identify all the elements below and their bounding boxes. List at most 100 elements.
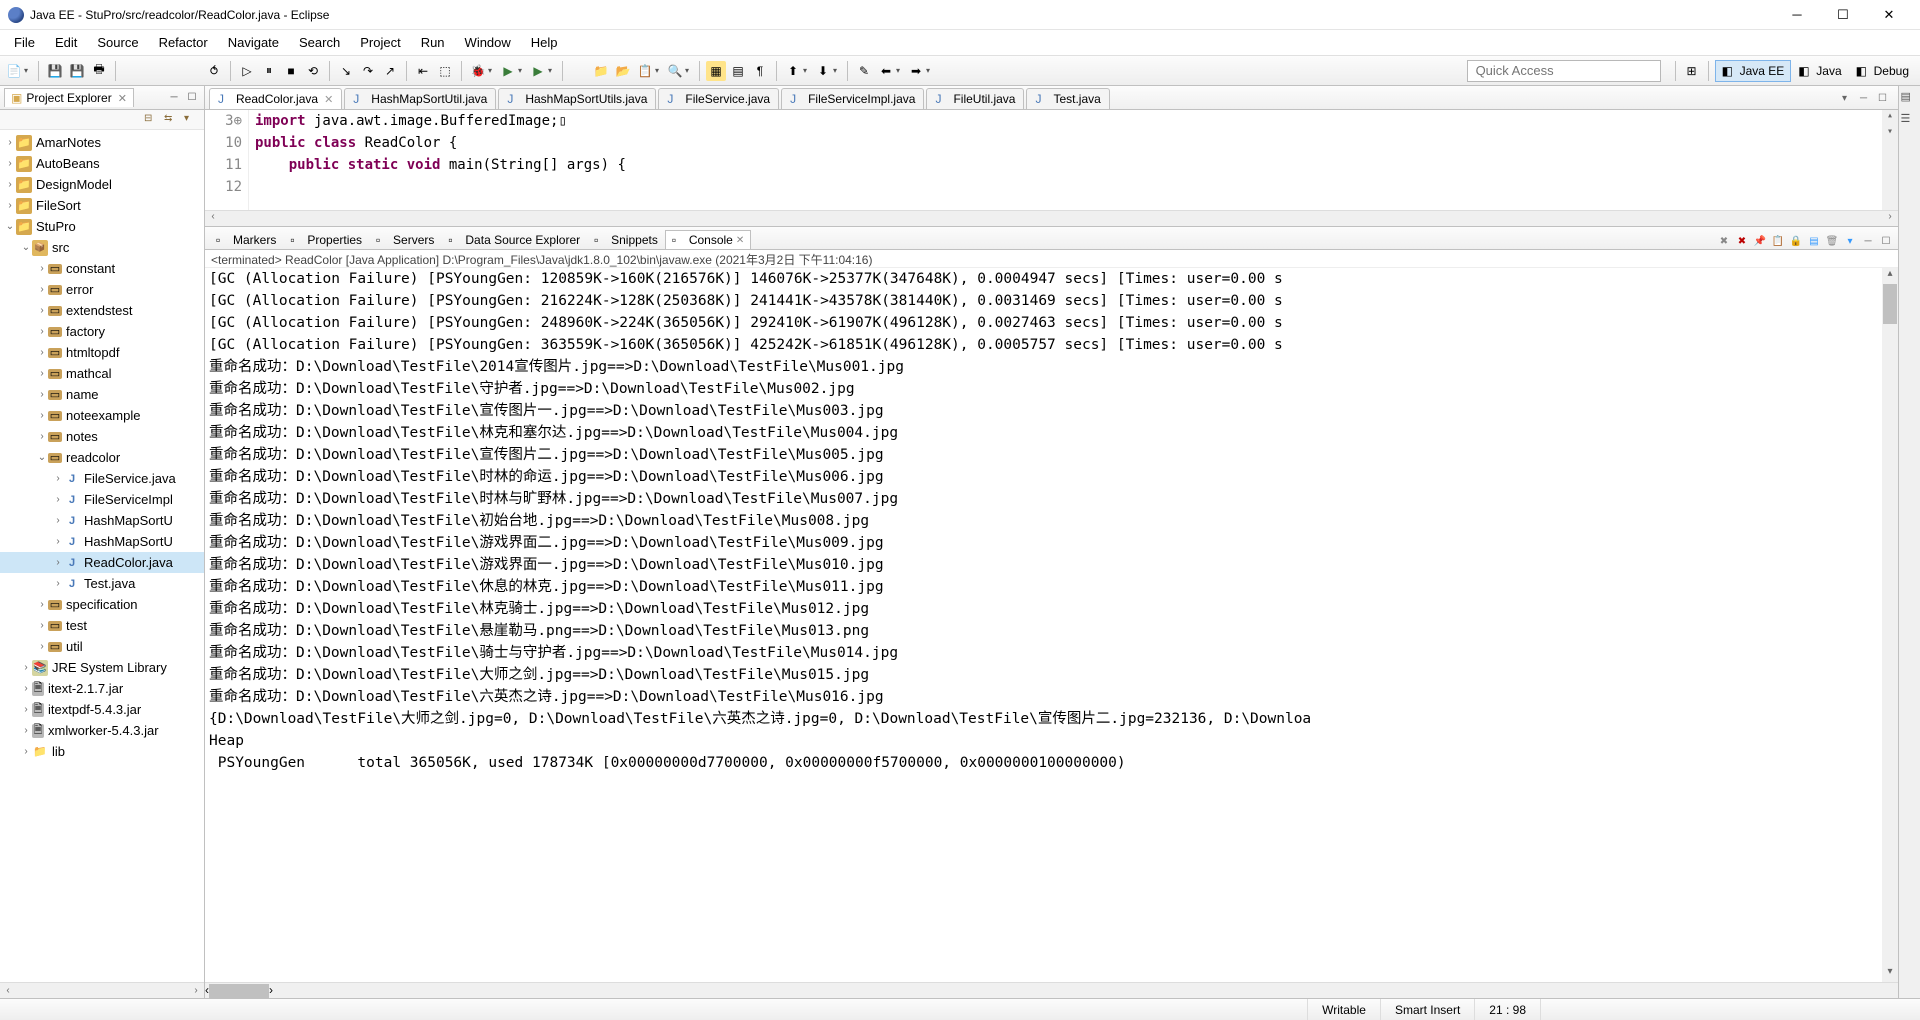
twisty-icon[interactable] [36,431,48,442]
tree-node-src[interactable]: 📦src [0,237,204,258]
menu-refactor[interactable]: Refactor [149,31,218,54]
pin-button[interactable]: 📌 [1752,233,1768,249]
tree-node-htmltopdf[interactable]: ▭htmltopdf [0,342,204,363]
skip-breakpoints-button[interactable]: ⥀ [204,61,224,81]
sidebar-hscrollbar[interactable]: ‹› [0,982,204,998]
search-button[interactable]: 🔍 [665,61,685,81]
new-button[interactable]: 📄 [4,61,24,81]
disconnect-button[interactable]: ⟲ [303,61,323,81]
step-over-button[interactable]: ↷ [358,61,378,81]
menu-run[interactable]: Run [411,31,455,54]
twisty-icon[interactable] [4,200,16,211]
bottom-tab-markers[interactable]: ▫Markers [209,230,283,249]
twisty-icon[interactable] [52,557,64,568]
tree-node-notes[interactable]: ▭notes [0,426,204,447]
new-dropdown-icon[interactable]: ▾ [24,66,32,75]
twisty-icon[interactable] [36,305,48,316]
minimize-editor-button[interactable]: ─ [1860,93,1876,109]
twisty-icon[interactable] [36,452,48,463]
editor-tab-fileutil-java[interactable]: JFileUtil.java [926,88,1024,109]
tree-node-hashmapsortu[interactable]: JHashMapSortU [0,510,204,531]
maximize-editor-button[interactable]: ☐ [1878,93,1894,109]
twisty-icon[interactable] [36,620,48,631]
quick-access-input[interactable] [1467,60,1661,82]
annotation-next-button[interactable]: ⬇ [813,61,833,81]
project-explorer-tab[interactable]: ▣ Project Explorer ✕ [4,88,134,107]
tree-node-readcolor[interactable]: ▭readcolor [0,447,204,468]
menu-source[interactable]: Source [87,31,148,54]
tree-node-extendstest[interactable]: ▭extendstest [0,300,204,321]
editor-tab-fileservice-java[interactable]: JFileService.java [658,88,779,109]
bottom-tab-snippets[interactable]: ▫Snippets [587,230,665,249]
twisty-icon[interactable] [20,683,32,694]
twisty-icon[interactable] [4,137,16,148]
open-console-button[interactable]: ▾ [1842,233,1858,249]
tree-node-factory[interactable]: ▭factory [0,321,204,342]
show-list-button[interactable]: ▾ [1842,93,1858,109]
tree-node-util[interactable]: ▭util [0,636,204,657]
twisty-icon[interactable] [52,473,64,484]
tree-node-lib[interactable]: 📁lib [0,741,204,762]
new-server-button[interactable]: 📁 [591,61,611,81]
save-button[interactable]: 💾 [45,61,65,81]
close-icon[interactable]: ✕ [324,93,333,106]
outline-view-button[interactable]: ▤ [1901,90,1919,108]
tree-node-fileservice-java[interactable]: JFileService.java [0,468,204,489]
maximize-view-button[interactable]: ☐ [184,90,200,106]
tree-node-test[interactable]: ▭test [0,615,204,636]
editor-tab-test-java[interactable]: JTest.java [1026,88,1109,109]
close-icon[interactable]: ✕ [118,92,127,105]
twisty-icon[interactable] [52,515,64,526]
suspend-button[interactable]: ⏸ [259,61,279,81]
twisty-icon[interactable] [4,221,16,232]
perspective-java-ee[interactable]: ◧Java EE [1715,60,1792,82]
view-menu-button[interactable]: ▾ [184,113,200,127]
use-step-filters-button[interactable]: ⬚ [435,61,455,81]
run-last-button[interactable]: ▶ [528,61,548,81]
toggle-mark-button[interactable]: ▦ [706,61,726,81]
console-hscrollbar[interactable]: ‹› [205,982,1898,998]
twisty-icon[interactable] [36,599,48,610]
tree-node-error[interactable]: ▭error [0,279,204,300]
run-dropdown-icon[interactable]: ▾ [518,66,526,75]
menu-search[interactable]: Search [289,31,350,54]
minimize-button[interactable]: ─ [1774,0,1820,30]
tree-node-filesort[interactable]: 📁FileSort [0,195,204,216]
code-editor[interactable]: 3⊕101112 import java.awt.image.BufferedI… [205,110,1898,210]
show-whitespace-button[interactable]: ¶ [750,61,770,81]
tree-node-specification[interactable]: ▭specification [0,594,204,615]
perspective-debug[interactable]: ◧Debug [1849,60,1916,82]
twisty-icon[interactable] [36,347,48,358]
tree-node-xmlworker-5-4-3-jar[interactable]: 🗎xmlworker-5.4.3.jar [0,720,204,741]
maximize-button[interactable]: ☐ [1820,0,1866,30]
step-return-button[interactable]: ↗ [380,61,400,81]
bottom-tab-servers[interactable]: ▫Servers [369,230,441,249]
menu-navigate[interactable]: Navigate [218,31,289,54]
editor-tab-hashmapsortutils-java[interactable]: JHashMapSortUtils.java [498,88,656,109]
twisty-icon[interactable] [36,389,48,400]
clear-button[interactable]: 🗑 [1824,233,1840,249]
twisty-icon[interactable] [36,263,48,274]
tree-node-jre-system-library[interactable]: 📚JRE System Library [0,657,204,678]
twisty-icon[interactable] [36,641,48,652]
tree-node-fileserviceimpl[interactable]: JFileServiceImpl [0,489,204,510]
step-into-button[interactable]: ↘ [336,61,356,81]
twisty-icon[interactable] [4,179,16,190]
menu-file[interactable]: File [4,31,45,54]
menu-window[interactable]: Window [455,31,521,54]
show-console-button[interactable]: ▤ [1806,233,1822,249]
twisty-icon[interactable] [36,284,48,295]
print-button[interactable]: 🖶 [89,61,109,81]
tree-node-test-java[interactable]: JTest.java [0,573,204,594]
forward-button[interactable]: ➡ [906,61,926,81]
toggle-block-button[interactable]: ▤ [728,61,748,81]
bottom-tab-console[interactable]: ▫Console ✕ [665,230,751,249]
menu-edit[interactable]: Edit [45,31,87,54]
editor-hscrollbar[interactable]: ‹› [205,210,1898,226]
bottom-tab-properties[interactable]: ▫Properties [283,230,369,249]
run-button[interactable]: ▶ [498,61,518,81]
close-icon[interactable]: ✕ [736,235,744,246]
menu-help[interactable]: Help [521,31,568,54]
tree-node-stupro[interactable]: 📁StuPro [0,216,204,237]
link-editor-button[interactable]: ⇆ [164,113,180,127]
